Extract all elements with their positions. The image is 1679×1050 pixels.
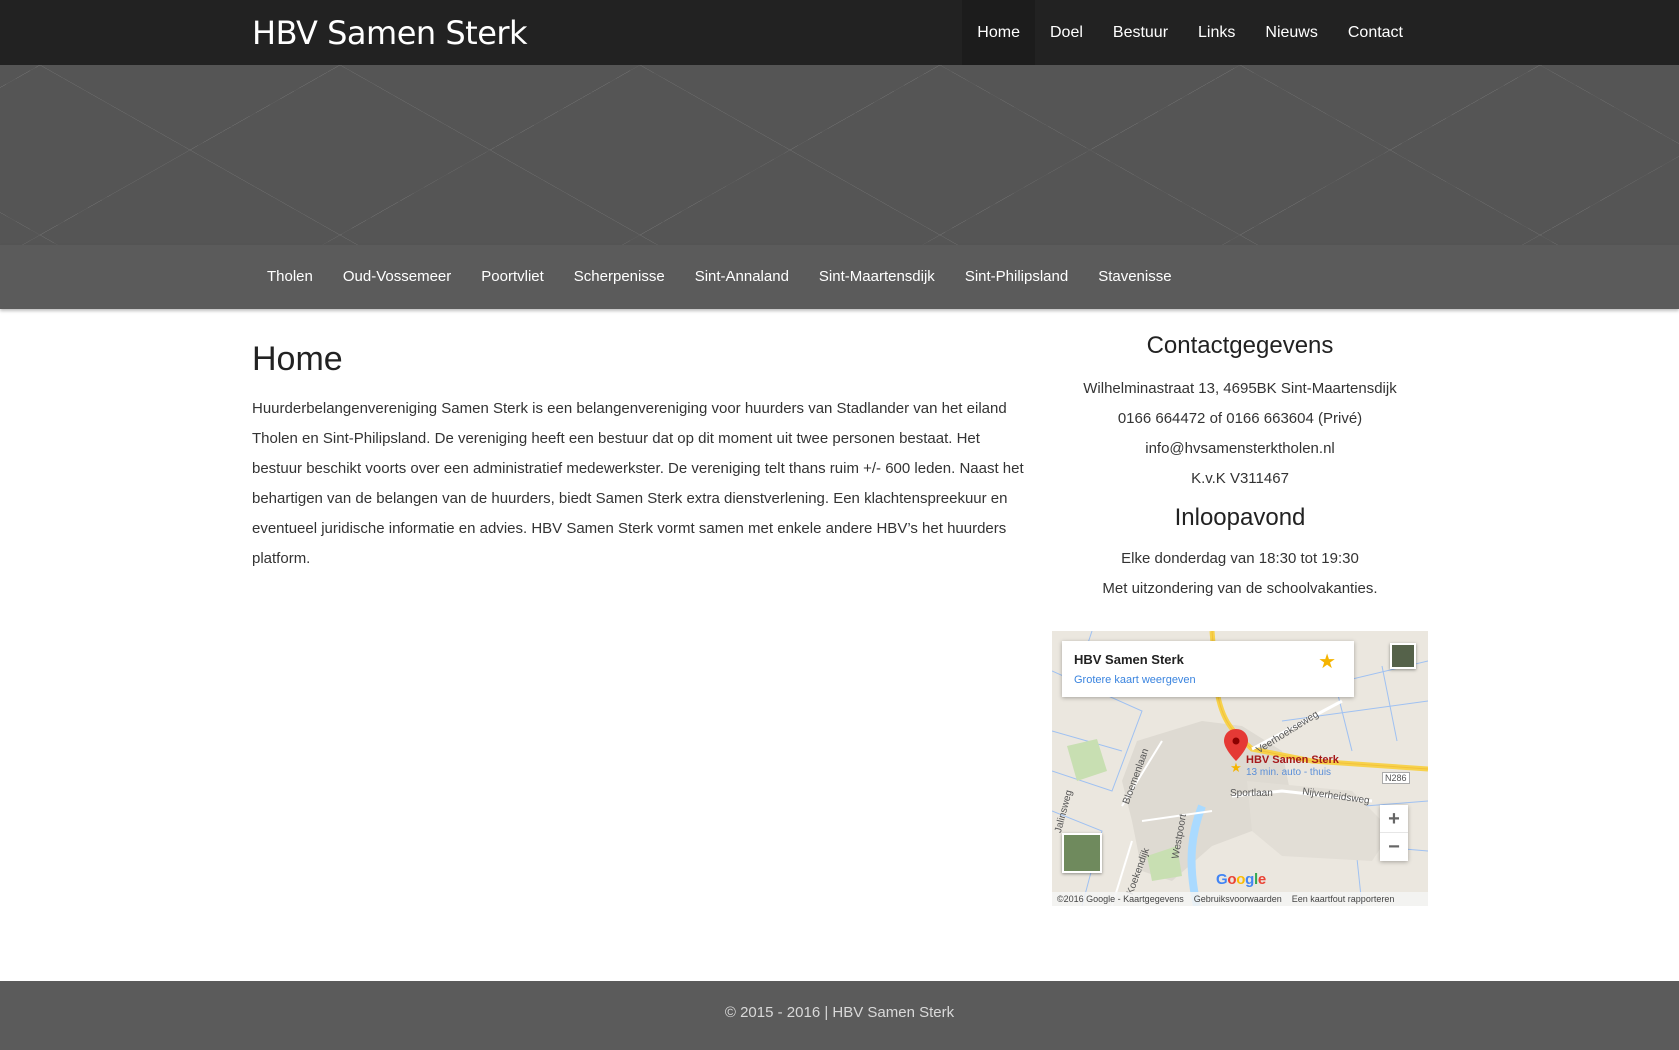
google-logo: Google xyxy=(1216,871,1266,888)
zoom-controls: + − xyxy=(1380,805,1408,861)
main-nav: Home Doel Bestuur Links Nieuws Contact xyxy=(962,0,1418,65)
footer-copyright: © 2015 - 2016 | HBV Samen Sterk xyxy=(724,1004,955,1021)
inloop-heading: Inloopavond xyxy=(1174,504,1306,531)
map-pin-route[interactable]: 13 min. auto - thuis xyxy=(1246,767,1331,778)
contact-sidebar: Contactgegevens Wilhelminastraat 13, 469… xyxy=(1052,332,1428,604)
street-view-icon[interactable] xyxy=(1390,643,1416,669)
village-link-tholen[interactable]: Tholen xyxy=(252,245,328,309)
road-label-n286: N286 xyxy=(1382,772,1410,784)
satellite-toggle[interactable] xyxy=(1062,833,1102,873)
site-brand[interactable]: HBV Samen Sterk xyxy=(252,14,528,52)
village-link-poortvliet[interactable]: Poortvliet xyxy=(466,245,559,309)
map-copyright: ©2016 Google - Kaartgegevens xyxy=(1057,894,1184,904)
site-footer: © 2015 - 2016 | HBV Samen Sterk xyxy=(0,981,1679,1050)
contact-address: Wilhelminastraat 13, 4695BK Sint-Maarten… xyxy=(1083,380,1397,397)
map-pin-label[interactable]: HBV Samen Sterk xyxy=(1246,754,1339,766)
nav-nieuws[interactable]: Nieuws xyxy=(1250,0,1332,65)
google-map[interactable]: ★ Veerhoekseweg Bloemenlaan Sportlaan Ni… xyxy=(1052,631,1428,906)
village-link-sint-maartensdijk[interactable]: Sint-Maartensdijk xyxy=(804,245,950,309)
zoom-in-button[interactable]: + xyxy=(1380,805,1408,833)
contact-email[interactable]: info@hvsamensterktholen.nl xyxy=(1052,434,1428,464)
village-nav: Tholen Oud-Vossemeer Poortvliet Scherpen… xyxy=(0,245,1679,309)
inloop-exception: Met uitzondering van de schoolvakanties. xyxy=(1102,580,1378,597)
hero-banner xyxy=(0,65,1679,245)
page-title: Home xyxy=(252,340,343,378)
contact-heading: Contactgegevens xyxy=(1146,332,1334,359)
larger-map-link[interactable]: Grotere kaart weergeven xyxy=(1074,674,1196,686)
isometric-buildings-pattern xyxy=(0,65,1679,245)
nav-contact[interactable]: Contact xyxy=(1333,0,1418,65)
nav-links[interactable]: Links xyxy=(1183,0,1250,65)
svg-text:★: ★ xyxy=(1230,760,1242,775)
village-link-sint-annaland[interactable]: Sint-Annaland xyxy=(680,245,804,309)
village-link-scherpenisse[interactable]: Scherpenisse xyxy=(559,245,680,309)
road-label-sportlaan: Sportlaan xyxy=(1230,788,1273,799)
map-info-card: HBV Samen Sterk Grotere kaart weergeven … xyxy=(1062,641,1354,697)
map-terms-link[interactable]: Gebruiksvoorwaarden xyxy=(1189,892,1287,906)
save-star-icon[interactable]: ★ xyxy=(1318,649,1336,674)
map-report-link[interactable]: Een kaartfout rapporteren xyxy=(1287,892,1400,906)
intro-text: Huurderbelangenvereniging Samen Sterk is… xyxy=(252,400,1024,567)
top-navbar: HBV Samen Sterk Home Doel Bestuur Links … xyxy=(0,0,1679,65)
map-attribution: ©2016 Google - Kaartgegevens Gebruiksvoo… xyxy=(1052,892,1428,906)
nav-home[interactable]: Home xyxy=(962,0,1035,65)
village-link-oud-vossemeer[interactable]: Oud-Vossemeer xyxy=(328,245,466,309)
contact-phone: 0166 664472 of 0166 663604 (Privé) xyxy=(1117,410,1363,427)
nav-doel[interactable]: Doel xyxy=(1035,0,1098,65)
contact-kvk: K.v.K V311467 xyxy=(1191,470,1289,487)
village-link-sint-philipsland[interactable]: Sint-Philipsland xyxy=(950,245,1083,309)
nav-bestuur[interactable]: Bestuur xyxy=(1098,0,1183,65)
zoom-out-button[interactable]: − xyxy=(1380,833,1408,861)
inloop-time: Elke donderdag van 18:30 tot 19:30 xyxy=(1121,550,1359,567)
village-link-stavenisse[interactable]: Stavenisse xyxy=(1083,245,1186,309)
map-card-title: HBV Samen Sterk xyxy=(1074,652,1184,667)
